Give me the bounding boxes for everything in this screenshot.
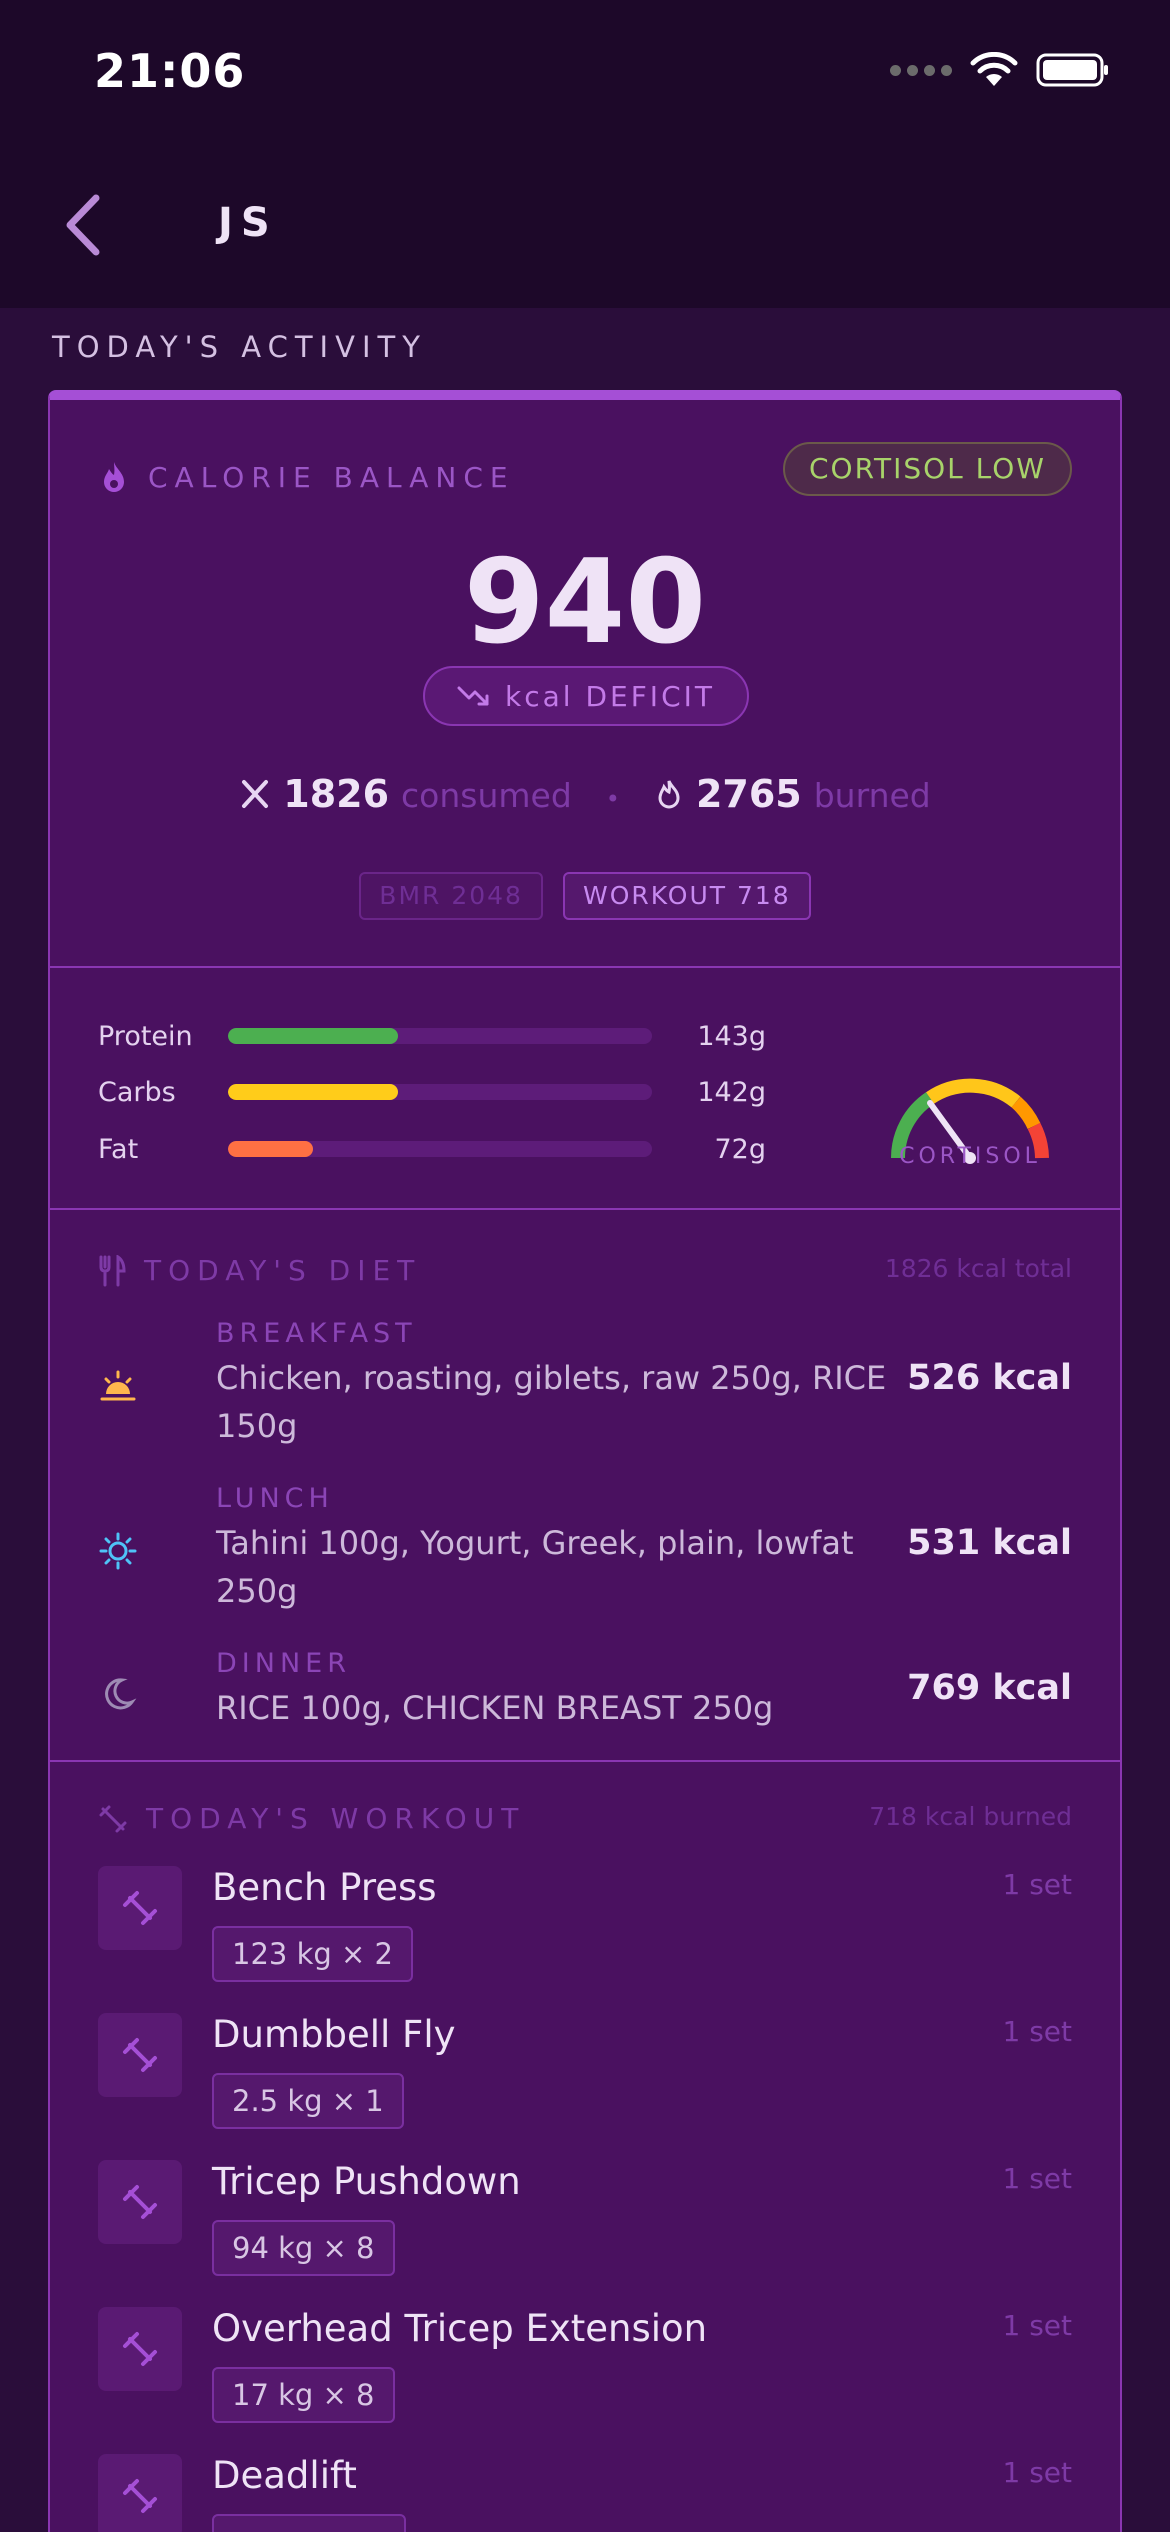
separator-dot: • [605,785,620,813]
macro-bar-fill [228,1084,398,1100]
exercise-weight: 94 kg × 8 [212,2220,395,2276]
consumed-label: consumed [401,776,572,815]
workout-section: TODAY'S WORKOUT 718 kcal burned Bench Pr… [50,1762,1120,2532]
macros-section: Protein 143g Carbs 142g Fat 72g CORTISOL [50,968,1120,1208]
diet-total: 1826 kcal total [884,1254,1072,1283]
status-time: 21:06 [94,44,246,98]
macro-bar [228,1028,652,1044]
diet-label: TODAY'S DIET [144,1254,422,1287]
signal-icon [890,64,952,76]
exercise-name: Tricep Pushdown [212,2160,521,2203]
exercise-sets: 1 set [1002,2309,1072,2342]
status-icons [890,50,1110,90]
meal-dinner[interactable]: DINNER RICE 100g, CHICKEN BREAST 250g 769 … [98,1648,1072,1778]
meal-kcal: 526 kcal [907,1358,1072,1398]
flame-outline-icon [658,780,680,809]
macro-value: 72g [714,1133,767,1165]
exercise-sets: 1 set [1002,1868,1072,1901]
meal-type: LUNCH [216,1483,334,1514]
exercise-weight: 123 kg × 2 [212,1926,413,1982]
burned-value: 2765 [695,772,802,816]
battery-icon [1036,53,1108,87]
workout-chip: WORKOUT 718 [562,872,811,920]
meal-type: DINNER [216,1648,351,1679]
diet-header: TODAY'S DIET [98,1254,421,1287]
sunrise-icon [98,1366,138,1406]
macro-name: Fat [98,1133,139,1165]
sun-icon [98,1531,138,1571]
trend-down-icon [457,686,489,706]
dumbbell-icon [98,1866,182,1950]
consumed-burned-row: 1826 consumed • 2765 burned [50,772,1120,816]
exercise-weight [212,2514,406,2532]
workout-header: TODAY'S WORKOUT [98,1802,525,1835]
exercise-weight: 2.5 kg × 1 [212,2073,404,2129]
workout-label: TODAY'S WORKOUT [146,1802,526,1835]
macro-name: Carbs [98,1076,176,1108]
exercise-item[interactable]: Dumbbell Fly 2.5 kg × 1 1 set [98,2013,1072,2143]
net-kcal-value: 940 [463,535,707,670]
dumbbell-icon [99,1805,127,1832]
exercise-name: Overhead Tricep Extension [212,2307,708,2350]
meal-items: Chicken, roasting, giblets, raw 250g, RI… [216,1359,887,1445]
macro-value: 143g [697,1020,766,1052]
exercise-item[interactable]: Tricep Pushdown 94 kg × 8 1 set [98,2160,1072,2290]
exercise-sets: 1 set [1002,2456,1072,2489]
back-button[interactable] [58,190,118,270]
chevron-left-icon [66,194,100,256]
cortisol-status-badge: CORTISOL LOW [782,442,1072,496]
utensils-icon [242,780,269,808]
exercise-item[interactable]: Bench Press 123 kg × 2 1 set [98,1866,1072,1996]
dumbbell-icon [98,2160,182,2244]
macro-bar-fill [228,1141,313,1157]
macro-bar [228,1084,652,1100]
macro-row: Carbs 142g [98,1074,766,1110]
macro-row: Protein 143g [98,1018,766,1054]
meal-kcal: 769 kcal [907,1668,1072,1708]
section-label: TODAY'S ACTIVITY [52,330,427,364]
status-bar: 21:06 [0,0,1170,150]
exercise-name: Deadlift [212,2454,357,2497]
moon-icon [98,1674,138,1714]
wifi-icon [970,52,1018,86]
meal-breakfast[interactable]: BREAKFAST Chicken, roasting, giblets, raw… [98,1318,1072,1448]
macro-row: Fat 72g [98,1131,766,1167]
meal-items: Tahini 100g, Yogurt, Greek, plain, lowfa… [216,1524,854,1610]
nav-bar: JS [0,150,1170,308]
meal-lunch[interactable]: LUNCH Tahini 100g, Yogurt, Greek, plain, … [98,1483,1072,1613]
calorie-balance-section: CALORIE BALANCE CORTISOL LOW 940 kcal DE… [50,400,1120,966]
macro-name: Protein [98,1020,193,1052]
workout-total: 718 kcal burned [869,1802,1072,1831]
dumbbell-icon [98,2454,182,2532]
activity-card: CALORIE BALANCE CORTISOL LOW 940 kcal DE… [48,390,1122,2532]
calorie-chips: BMR 2048 WORKOUT 718 [50,872,1120,920]
fork-knife-icon [99,1254,126,1286]
bmr-chip: BMR 2048 [359,872,543,920]
exercise-weight: 17 kg × 8 [212,2367,395,2423]
exercise-name: Bench Press [212,1866,437,1909]
macro-bar-fill [228,1028,398,1044]
exercise-sets: 1 set [1002,2015,1072,2048]
gauge-label: CORTISOL [899,1144,1041,1169]
macro-bar [228,1141,652,1157]
calorie-balance-header: CALORIE BALANCE [98,460,515,494]
exercise-item[interactable]: Overhead Tricep Extension 17 kg × 8 1 set [98,2307,1072,2437]
meal-items: RICE 100g, CHICKEN BREAST 250g [216,1689,774,1727]
exercise-name: Dumbbell Fly [212,2013,456,2056]
deficit-label: kcal DEFICIT [505,679,715,713]
dumbbell-icon [98,2013,182,2097]
deficit-pill: kcal DEFICIT [423,666,749,726]
exercise-item[interactable]: Deadlift 1 set [98,2454,1072,2532]
page-title: JS [218,200,278,246]
macro-value: 142g [697,1076,766,1108]
diet-section: TODAY'S DIET 1826 kcal total BREAKFAST Ch… [50,1210,1120,1760]
flame-icon [104,462,124,492]
meal-type: BREAKFAST [216,1318,417,1349]
burned-label: burned [813,776,931,815]
meal-kcal: 531 kcal [907,1523,1072,1563]
consumed-value: 1826 [283,772,390,816]
calorie-balance-label: CALORIE BALANCE [148,460,515,494]
dumbbell-icon [98,2307,182,2391]
exercise-sets: 1 set [1002,2162,1072,2195]
